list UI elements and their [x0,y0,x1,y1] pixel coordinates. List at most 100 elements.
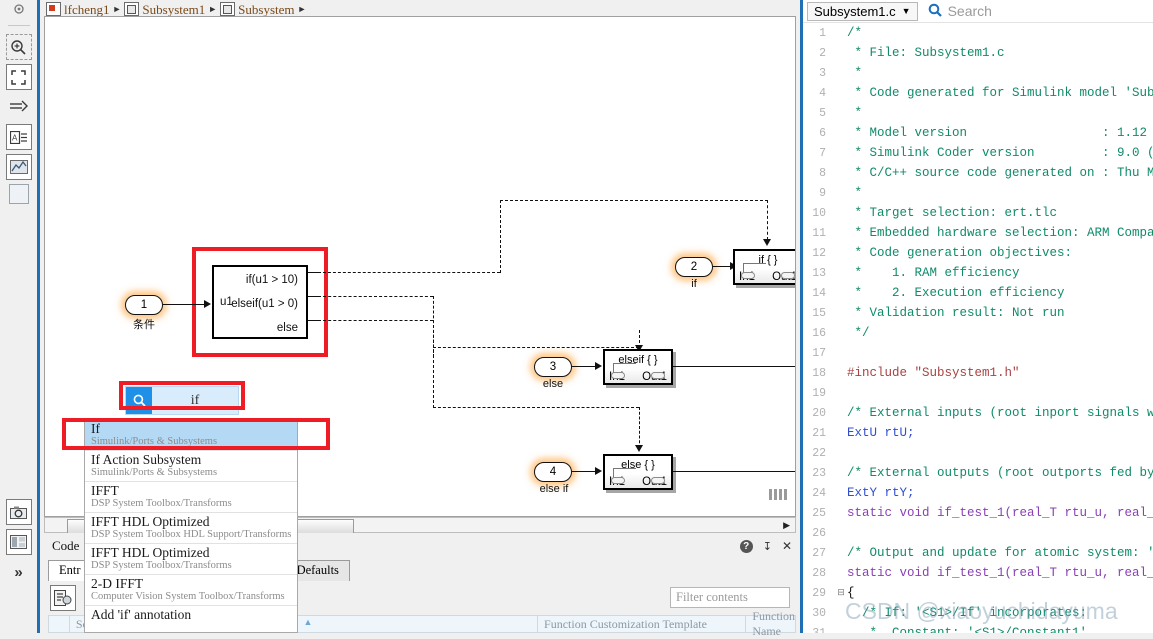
arrow-icon [763,239,771,246]
line-number: 17 [803,347,835,360]
palette-top-icon[interactable] [6,4,32,18]
fold-toggle-icon[interactable]: ⊟ [835,588,847,598]
inport-number: 2 [691,261,697,273]
subsystem-title: elseif { } [605,354,671,366]
help-icon[interactable]: ? [740,540,753,553]
code-search[interactable]: Search [928,3,992,20]
fit-to-view-icon[interactable] [6,64,32,90]
column-function-name[interactable]: Function Name [746,616,795,632]
code-panel-toolbar: Subsystem1.c ▼ Search [803,0,1153,22]
result-title: 2-D IFFT [91,576,293,591]
search-result-add-annotation[interactable]: Add 'if' annotation [85,606,297,632]
search-result-ifft[interactable]: IFFT DSP System Toolbox/Transforms [85,482,297,513]
code-settings-icon[interactable] [50,585,76,611]
line-number: 5 [803,107,835,120]
inport-number: 4 [550,466,556,478]
pin-icon[interactable]: ↧ [763,540,772,553]
code-text: /* If: '<S1>/If' incorporates: [847,606,1153,620]
breadcrumb-item-2[interactable]: Subsystem ► [220,2,306,16]
inport-1-label: 条件 [123,316,165,332]
code-text: * Code generated for Simulink model 'Sub… [847,86,1153,100]
wire-in4 [572,471,597,472]
column-template[interactable]: Function Customization Template [538,616,746,632]
subsystem-icon [124,2,139,16]
code-line: 13 * 1. RAM efficiency [803,263,1153,283]
annotation-icon[interactable]: A [6,124,32,150]
action-wire-elseif-h2 [433,347,639,348]
scroll-right-icon[interactable]: ▶ [783,520,790,531]
code-view[interactable]: 1/*2 * File: Subsystem1.c3 *4 * Code gen… [803,22,1153,633]
else-action-subsystem[interactable]: else { } In1 Out1 [603,454,673,490]
code-text: * Code generation objectives: [847,246,1153,260]
code-line: 5 * [803,103,1153,123]
inport-3[interactable]: 3 [534,357,572,377]
code-line: 6 * Model version : 1.12 [803,123,1153,143]
signal-routing-icon[interactable] [6,94,32,120]
code-line: 10 * Target selection: ert.tlc [803,203,1153,223]
filter-input[interactable]: Filter contents [670,587,790,608]
arrow-icon [595,467,602,475]
code-text: { [847,586,1153,600]
more-tools-icon[interactable]: » [6,559,32,585]
action-wire-else-v1 [433,320,434,408]
code-line: 17 [803,343,1153,363]
subsystem-port-oval [781,272,795,279]
line-number: 13 [803,267,835,280]
subsystem-port-oval [651,372,665,379]
block-icon[interactable] [9,184,29,204]
svg-text:A: A [12,133,18,142]
arrow-icon [635,445,643,452]
select-all-checkbox-col[interactable] [49,616,70,632]
line-number: 1 [803,27,835,40]
if-action-subsystem[interactable]: if { } In1 Out1 [733,249,796,285]
inport-4[interactable]: 4 [534,462,572,482]
line-number: 14 [803,287,835,300]
code-line: 14 * 2. Execution efficiency [803,283,1153,303]
result-path: DSP System Toolbox HDL Support/Transform… [91,529,293,541]
search-result-2d-ifft[interactable]: 2-D IFFT Computer Vision System Toolbox/… [85,575,297,606]
scope-icon[interactable] [6,154,32,180]
line-number: 10 [803,207,835,220]
camera-icon[interactable] [6,499,32,525]
inport-2[interactable]: 2 [675,257,713,277]
zoom-in-icon[interactable] [6,34,32,60]
inport-4-label: else if [528,483,580,495]
canvas-resize-grip[interactable] [769,489,789,500]
layout-icon[interactable] [6,529,32,555]
if-condition-1: elseif(u1 > 0) [231,298,298,310]
code-text: */ [847,326,1153,340]
file-selector[interactable]: Subsystem1.c ▼ [807,2,918,21]
line-number: 7 [803,147,835,160]
breadcrumb-label: Subsystem1 [142,3,205,16]
elseif-action-subsystem[interactable]: elseif { } In1 Out1 [603,349,673,385]
search-results-dropdown[interactable]: If Simulink/Ports & Subsystems If Action… [84,419,298,633]
code-line: 1/* [803,23,1153,43]
search-result-ifft-hdl-2[interactable]: IFFT HDL Optimized DSP System Toolbox/Tr… [85,544,297,575]
code-text: /* External outputs (root outports fed b… [847,466,1153,480]
toolstrip-divider [8,25,30,26]
chevron-right-icon: ► [298,4,307,14]
breadcrumb-item-0[interactable]: lfcheng1 ► [46,2,121,16]
inport-1[interactable]: 1 [125,295,163,315]
if-block[interactable]: u1 if(u1 > 10) elseif(u1 > 0) else [212,265,308,339]
sort-ascending-icon: ▲ [303,617,312,627]
result-path: DSP System Toolbox/Transforms [91,498,293,510]
subsystem-port-oval [741,272,755,279]
model-icon [46,2,61,16]
close-icon[interactable]: ✕ [782,539,792,553]
chevron-down-icon[interactable]: ▼ [902,6,911,16]
search-result-ifft-hdl-1[interactable]: IFFT HDL Optimized DSP System Toolbox HD… [85,513,297,544]
breadcrumb-item-1[interactable]: Subsystem1 ► [124,2,217,16]
code-search-input[interactable]: Search [948,3,992,19]
file-name: Subsystem1.c [814,4,896,19]
result-path: Simulink/Ports & Subsystems [91,467,293,479]
search-icon[interactable] [928,3,942,20]
code-text: ExtU rtU; [847,426,1153,440]
code-line: 23/* External outputs (root outports fed… [803,463,1153,483]
search-result-if-action-subsystem[interactable]: If Action Subsystem Simulink/Ports & Sub… [85,451,297,482]
column-label: Function Customization Template [544,617,707,632]
panel-actions: ? ↧ ✕ [740,539,792,553]
code-line: 2 * File: Subsystem1.c [803,43,1153,63]
canvas-toolstrip: A » [0,0,40,633]
inport-number: 1 [141,299,147,311]
